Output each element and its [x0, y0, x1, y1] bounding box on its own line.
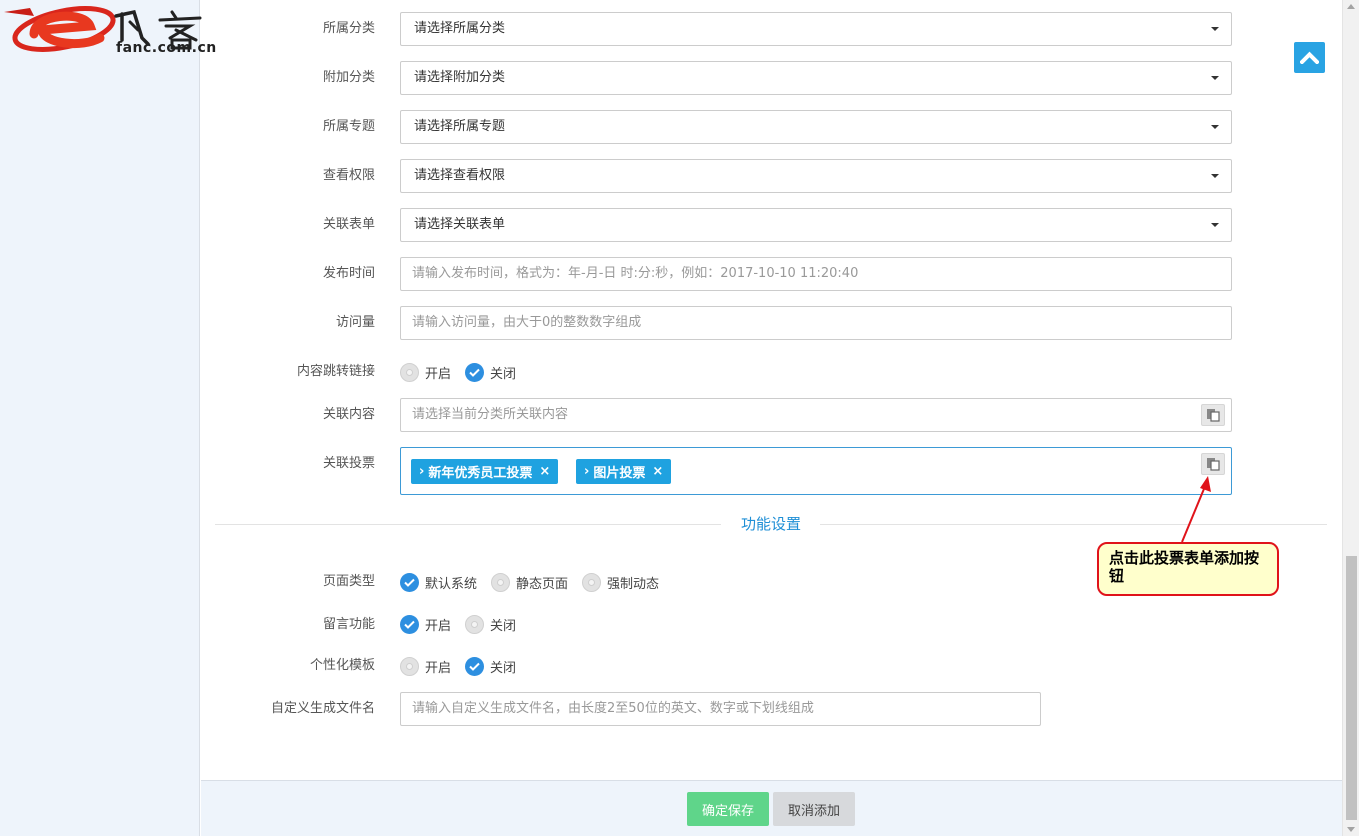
- extra-category-select[interactable]: 请选择附加分类: [400, 61, 1232, 95]
- page-type-option-default-label: 默认系统: [425, 576, 478, 592]
- radio-unchecked-icon: [582, 572, 602, 592]
- caret-down-icon: [1211, 125, 1219, 129]
- publish-time-label: 发布时间: [322, 266, 375, 281]
- radio-checked-icon: [465, 362, 485, 382]
- linked-content-input[interactable]: 请选择当前分类所关联内容: [400, 398, 1232, 432]
- page-type-option-static-label: 静态页面: [516, 576, 569, 592]
- page-type-radio-group: 默认系统 静态页面 强制动态: [400, 571, 673, 593]
- vote-tag[interactable]: › 图片投票 ×: [576, 459, 672, 484]
- vote-tag-label: 新年优秀员工投票: [428, 466, 533, 481]
- permission-select[interactable]: 请选择查看权限: [400, 159, 1232, 193]
- caret-down-icon: [1211, 223, 1219, 227]
- redirect-label: 内容跳转链接: [296, 364, 375, 379]
- extra-category-label: 附加分类: [322, 70, 375, 85]
- extra-category-select-value: 请选择附加分类: [414, 70, 506, 85]
- linked-content-placeholder: 请选择当前分类所关联内容: [412, 407, 569, 422]
- custom-template-radio-group: 开启 关闭: [400, 655, 530, 677]
- radio-checked-icon: [400, 614, 419, 634]
- form-footer: [201, 780, 1342, 836]
- filename-input[interactable]: 请输入自定义生成文件名，由长度2至50位的英文、数字或下划线组成: [400, 692, 1041, 726]
- radio-checked-icon: [400, 572, 419, 592]
- linked-form-select[interactable]: 请选择关联表单: [400, 208, 1232, 242]
- logo-text: fanc.com.cn: [116, 40, 217, 56]
- linked-form-select-value: 请选择关联表单: [414, 217, 506, 232]
- custom-template-option-off-label: 关闭: [490, 660, 517, 676]
- comments-label: 留言功能: [322, 617, 375, 632]
- remove-tag-icon[interactable]: ×: [539, 464, 550, 479]
- redirect-option-on[interactable]: 开启: [400, 362, 452, 382]
- comments-radio-group: 开启 关闭: [400, 613, 530, 635]
- topic-label: 所属专题: [322, 119, 375, 134]
- caret-down-icon: [1211, 27, 1219, 31]
- vote-tag-label: 图片投票: [593, 466, 646, 481]
- custom-template-option-on[interactable]: 开启: [400, 656, 452, 676]
- caret-down-icon: [1211, 76, 1219, 80]
- cancel-button[interactable]: 取消添加: [773, 792, 855, 826]
- redirect-option-off[interactable]: 关闭: [465, 362, 517, 382]
- site-logo[interactable]: fanc.com.cn: [4, 4, 220, 56]
- comments-option-off[interactable]: 关闭: [465, 614, 517, 634]
- annotation-arrow-icon: [1181, 476, 1211, 543]
- permission-select-value: 请选择查看权限: [414, 168, 506, 183]
- radio-unchecked-icon: [400, 362, 419, 382]
- topic-select[interactable]: 请选择所属专题: [400, 110, 1232, 144]
- page-type-option-dynamic-label: 强制动态: [607, 576, 660, 592]
- clipboard-icon: [1207, 458, 1220, 471]
- sidebar: [0, 0, 200, 836]
- visits-input[interactable]: 请输入访问量，由大于0的整数数字组成: [400, 306, 1232, 340]
- custom-template-label: 个性化模板: [309, 658, 375, 673]
- section-divider-left: [215, 524, 721, 525]
- custom-template-option-off[interactable]: 关闭: [465, 656, 517, 676]
- annotation-callout: 点击此投票表单添加按钮: [1097, 542, 1279, 596]
- topic-select-value: 请选择所属专题: [414, 119, 506, 134]
- redirect-option-on-label: 开启: [425, 366, 452, 382]
- chevron-right-icon: ›: [584, 464, 590, 479]
- linked-form-label: 关联表单: [322, 217, 375, 232]
- scroll-up-arrow-icon[interactable]: [1347, 4, 1355, 9]
- page-type-option-dynamic[interactable]: 强制动态: [582, 572, 660, 592]
- radio-unchecked-icon: [491, 572, 511, 592]
- visits-label: 访问量: [335, 315, 375, 330]
- page-type-label: 页面类型: [322, 574, 375, 589]
- comments-option-off-label: 关闭: [490, 618, 517, 634]
- page-type-option-default[interactable]: 默认系统: [400, 572, 478, 592]
- publish-time-input[interactable]: 请输入发布时间，格式为：年-月-日 时:分:秒，例如：2017-10-10 11…: [400, 257, 1232, 291]
- chevron-right-icon: ›: [419, 464, 425, 479]
- scrollbar-thumb[interactable]: [1346, 556, 1357, 820]
- scrollbar[interactable]: [1342, 0, 1359, 836]
- comments-option-on-label: 开启: [425, 618, 452, 634]
- radio-unchecked-icon: [465, 614, 485, 634]
- section-title: 功能设置: [740, 515, 801, 533]
- save-button[interactable]: 确定保存: [687, 792, 769, 826]
- category-select[interactable]: 请选择所属分类: [400, 12, 1232, 46]
- redirect-option-off-label: 关闭: [490, 366, 517, 382]
- linked-vote-label: 关联投票: [322, 456, 375, 471]
- clipboard-icon: [1207, 409, 1220, 422]
- category-select-value: 请选择所属分类: [414, 21, 506, 36]
- radio-unchecked-icon: [400, 656, 419, 676]
- radio-checked-icon: [465, 656, 485, 676]
- redirect-radio-group: 开启 关闭: [400, 361, 530, 383]
- remove-tag-icon[interactable]: ×: [652, 464, 663, 479]
- publish-time-placeholder: 请输入发布时间，格式为：年-月-日 时:分:秒，例如：2017-10-10 11…: [412, 266, 859, 281]
- chevron-up-icon: [1300, 51, 1319, 64]
- permission-label: 查看权限: [322, 168, 375, 183]
- filename-label: 自定义生成文件名: [270, 701, 375, 716]
- linked-content-label: 关联内容: [322, 407, 375, 422]
- category-label: 所属分类: [322, 21, 375, 36]
- back-to-top-button[interactable]: [1294, 42, 1325, 73]
- comments-option-on[interactable]: 开启: [400, 614, 452, 634]
- linked-content-pick-button[interactable]: [1201, 404, 1225, 426]
- filename-placeholder: 请输入自定义生成文件名，由长度2至50位的英文、数字或下划线组成: [412, 701, 814, 716]
- section-divider-right: [820, 524, 1327, 525]
- visits-placeholder: 请输入访问量，由大于0的整数数字组成: [412, 315, 642, 330]
- custom-template-option-on-label: 开启: [425, 660, 452, 676]
- linked-vote-field[interactable]: › 新年优秀员工投票 × › 图片投票 ×: [400, 447, 1232, 495]
- caret-down-icon: [1211, 174, 1219, 178]
- page-type-option-static[interactable]: 静态页面: [491, 572, 569, 592]
- vote-tag[interactable]: › 新年优秀员工投票 ×: [411, 459, 559, 484]
- scroll-down-arrow-icon[interactable]: [1347, 827, 1355, 832]
